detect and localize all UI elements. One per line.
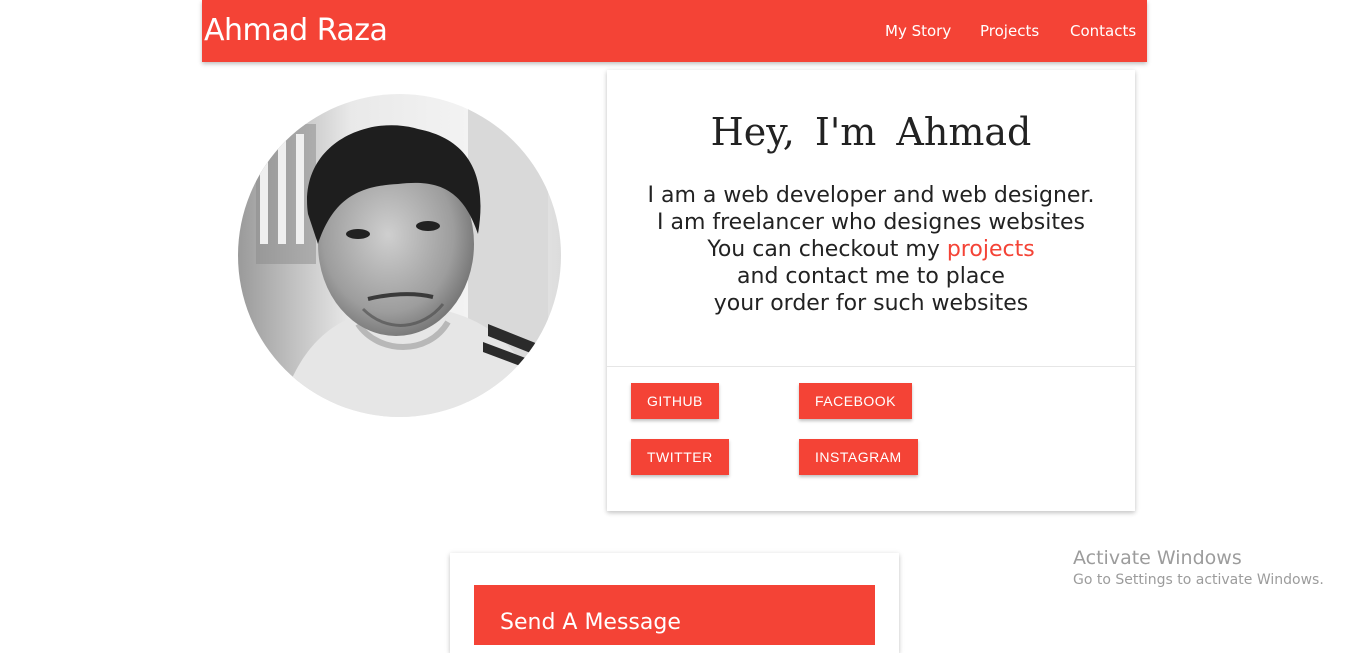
navbar: Ahmad Raza My Story Projects Contacts: [202, 0, 1147, 62]
message-card: Send A Message: [450, 553, 899, 653]
card-divider: [607, 366, 1135, 367]
activate-windows-title: Activate Windows: [1073, 547, 1242, 569]
intro-line-4: and contact me to place: [737, 264, 1005, 289]
nav-link-contacts[interactable]: Contacts: [1070, 20, 1136, 42]
activate-windows-subtitle: Go to Settings to activate Windows.: [1073, 572, 1324, 588]
intro-text: I am a web developer and web designer. I…: [607, 182, 1135, 317]
intro-card: Hey, I'm Ahmad I am a web developer and …: [607, 70, 1135, 511]
nav-link-my-story[interactable]: My Story: [885, 20, 951, 42]
intro-line-3: You can checkout my projects: [607, 236, 1135, 263]
nav-link-projects[interactable]: Projects: [980, 20, 1039, 42]
facebook-button[interactable]: FACEBOOK: [799, 383, 913, 419]
intro-line-3-text: You can checkout my: [707, 237, 940, 262]
instagram-button[interactable]: INSTAGRAM: [799, 439, 918, 475]
profile-photo: [238, 94, 561, 417]
github-button[interactable]: GITHUB: [631, 383, 719, 419]
message-card-title: Send A Message: [500, 610, 681, 635]
brand-link[interactable]: Ahmad Raza: [204, 12, 388, 50]
twitter-button[interactable]: TWITTER: [631, 439, 729, 475]
message-card-header: Send A Message: [474, 585, 875, 645]
projects-link[interactable]: projects: [947, 237, 1035, 262]
intro-line-2: I am freelancer who designes websites: [656, 210, 1086, 235]
intro-line-1: I am a web developer and web designer.: [647, 183, 1095, 208]
intro-title: Hey, I'm Ahmad: [710, 110, 1032, 154]
intro-line-5: your order for such websites: [713, 291, 1029, 316]
